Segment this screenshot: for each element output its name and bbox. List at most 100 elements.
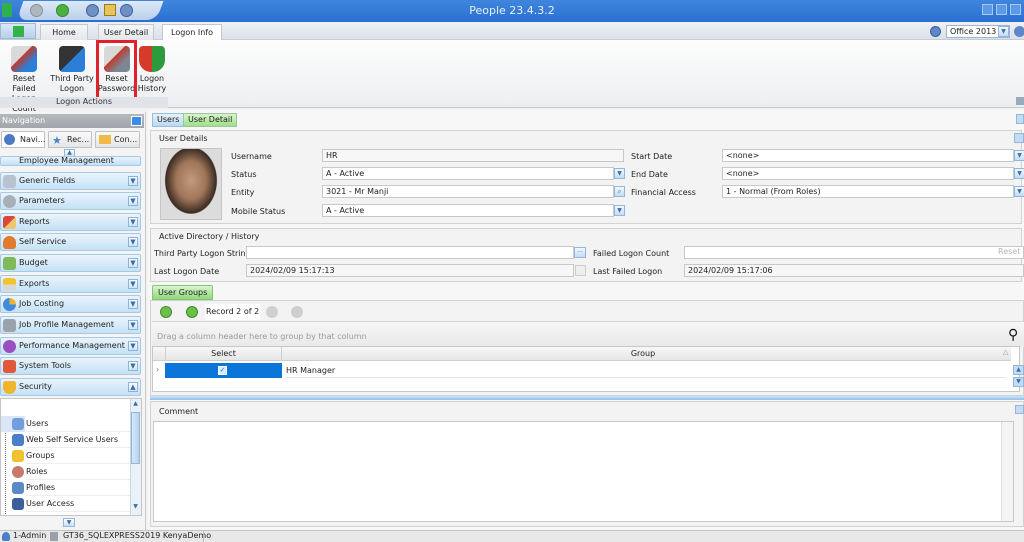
last-record-icon[interactable] [291, 306, 303, 318]
reset-button[interactable]: Reset [998, 247, 1020, 256]
chevron-down-icon[interactable]: ▼ [998, 26, 1009, 37]
nav-group-job-costing[interactable]: Job Costing ▼ [0, 295, 141, 313]
chevron-down-icon[interactable]: ▼ [128, 196, 138, 206]
tree-item-web-self-service-users[interactable]: Web Self Service Users [26, 432, 130, 448]
reset-failed-logon-count-button[interactable]: Reset Failed Logon Count [0, 44, 48, 113]
third-party-logon-field[interactable] [246, 246, 574, 259]
sort-asc-icon: △ [1003, 348, 1009, 356]
comment-textarea[interactable] [153, 421, 1014, 522]
toolbox-icon [3, 360, 16, 373]
nav-group-parameters[interactable]: Parameters ▼ [0, 192, 141, 210]
restore-button[interactable] [1010, 4, 1021, 15]
chevron-down-icon [575, 265, 586, 276]
nav-group-system-tools[interactable]: System Tools ▼ [0, 357, 141, 375]
nav-tab-navigation[interactable]: Navi... [1, 131, 45, 148]
grid-scroll-down-icon[interactable]: ▼ [1013, 377, 1024, 387]
third-party-logon-button[interactable]: Third Party Logon [50, 44, 94, 96]
fullscreen-button[interactable] [982, 4, 993, 15]
chevron-down-icon[interactable]: ▼ [614, 205, 625, 216]
tree-connector [5, 424, 6, 514]
column-header-group[interactable]: Group [282, 347, 1004, 361]
content-tab-user-detail[interactable]: User Detail [183, 113, 238, 127]
financial-access-label: Financial Access [631, 188, 696, 197]
app-menu-button[interactable] [0, 23, 36, 39]
chevron-down-icon[interactable]: ▼ [128, 361, 138, 371]
chevron-down-icon[interactable]: ▼ [128, 279, 138, 289]
chevron-down-icon[interactable]: ▼ [1014, 168, 1024, 179]
failed-logon-count-label: Failed Logon Count [593, 249, 670, 258]
nav-group-employee-management[interactable]: Employee Management [0, 156, 141, 166]
entity-field[interactable]: 3021 - Mr Manji [322, 185, 614, 198]
nav-scroll-down-button[interactable]: ▼ [63, 518, 75, 527]
user-groups-tab[interactable]: User Groups [152, 285, 214, 300]
gauge-icon [3, 340, 16, 353]
chevron-down-icon[interactable]: ▼ [128, 217, 138, 227]
record-counter: Record 2 of 2 [205, 304, 261, 320]
logon-history-button[interactable]: Logon History [136, 44, 168, 96]
tree-item-users[interactable]: Users [26, 416, 130, 432]
tab-logon-info[interactable]: Logon Info [162, 24, 222, 41]
nav-group-generic-fields[interactable]: Generic Fields ▼ [0, 172, 141, 190]
chevron-down-icon[interactable]: ▼ [128, 237, 138, 247]
nav-group-reports[interactable]: Reports ▼ [0, 213, 141, 231]
username-field[interactable]: HR [322, 149, 624, 162]
tree-scroll-up-icon[interactable]: ▲ [131, 400, 140, 410]
grid-scroll-up-icon[interactable]: ▲ [1013, 365, 1024, 375]
nav-group-self-service[interactable]: Self Service ▼ [0, 233, 141, 251]
next-record-icon[interactable] [266, 306, 278, 318]
tab-home[interactable]: Home [40, 24, 88, 40]
nav-group-job-profile-management[interactable]: Job Profile Management ▼ [0, 316, 141, 334]
chevron-down-icon[interactable]: ▼ [614, 168, 625, 179]
chevron-down-icon[interactable]: ▼ [128, 258, 138, 268]
tree-scroll-down-icon[interactable]: ▼ [131, 503, 140, 513]
nav-group-security[interactable]: Security ▲ [0, 378, 141, 396]
about-icon[interactable] [1014, 26, 1024, 37]
app-menu-icon [12, 26, 24, 37]
nav-group-budget[interactable]: Budget ▼ [0, 254, 141, 272]
ribbon-collapse-button[interactable] [1016, 97, 1024, 105]
user-photo [160, 148, 222, 220]
financial-access-select[interactable]: 1 - Normal (From Roles) [722, 185, 1014, 198]
first-record-icon[interactable] [160, 306, 172, 318]
chevron-down-icon[interactable]: ▼ [1014, 150, 1024, 161]
chevron-down-icon[interactable]: ▼ [1014, 186, 1024, 197]
nav-tab-contacts[interactable]: Con... [95, 131, 140, 148]
comment-scrollbar[interactable] [1001, 422, 1013, 521]
entity-label: Entity [231, 188, 255, 197]
tree-scrollbar-thumb[interactable] [131, 412, 140, 464]
nav-group-exports[interactable]: Exports ▼ [0, 275, 141, 293]
panel-collapse-button[interactable] [1016, 114, 1024, 124]
end-date-field[interactable]: <none> [722, 167, 1014, 180]
start-date-field[interactable]: <none> [722, 149, 1014, 162]
column-header-select[interactable]: Select [165, 347, 282, 361]
tree-item-groups[interactable]: Groups [26, 448, 130, 464]
row-select-checkbox[interactable]: ✓ [218, 366, 227, 375]
style-icon[interactable] [930, 26, 941, 37]
nav-group-performance-management[interactable]: Performance Management ▼ [0, 337, 141, 355]
tree-item-user-access[interactable]: User Access [26, 496, 130, 512]
splitter-bar[interactable] [150, 396, 1024, 400]
chevron-down-icon[interactable]: ▼ [128, 176, 138, 186]
nav-tab-recent[interactable]: ★ Rec... [48, 131, 92, 148]
chevron-down-icon[interactable]: ▼ [128, 341, 138, 351]
search-icon[interactable]: ⌕ [614, 186, 625, 197]
tree-item-profiles[interactable]: Profiles [26, 480, 130, 496]
tree-item-roles[interactable]: Roles [26, 464, 130, 480]
pin-icon[interactable] [131, 116, 142, 126]
tab-user-detail[interactable]: User Detail [98, 24, 154, 40]
previous-record-icon[interactable] [186, 306, 198, 318]
status-select[interactable]: A - Active [322, 167, 614, 180]
chevron-up-icon[interactable]: ▲ [128, 382, 138, 392]
grid-search-icon[interactable]: ⚲ [1008, 328, 1018, 342]
section-collapse-icon[interactable] [1014, 133, 1024, 143]
chevron-down-icon[interactable]: ▼ [128, 299, 138, 309]
grid-row-group-cell[interactable]: HR Manager [286, 363, 1006, 378]
content-tab-users[interactable]: Users [152, 113, 185, 127]
minimize-button[interactable] [996, 4, 1007, 15]
theme-select[interactable]: Office 2013 ▼ [946, 25, 1010, 38]
last-logon-label: Last Logon Date [154, 267, 220, 276]
chevron-down-icon[interactable]: ▼ [128, 320, 138, 330]
comment-collapse-icon[interactable] [1015, 405, 1024, 414]
ellipsis-button[interactable]: ··· [574, 247, 586, 258]
mobile-status-select[interactable]: A - Active [322, 204, 614, 217]
